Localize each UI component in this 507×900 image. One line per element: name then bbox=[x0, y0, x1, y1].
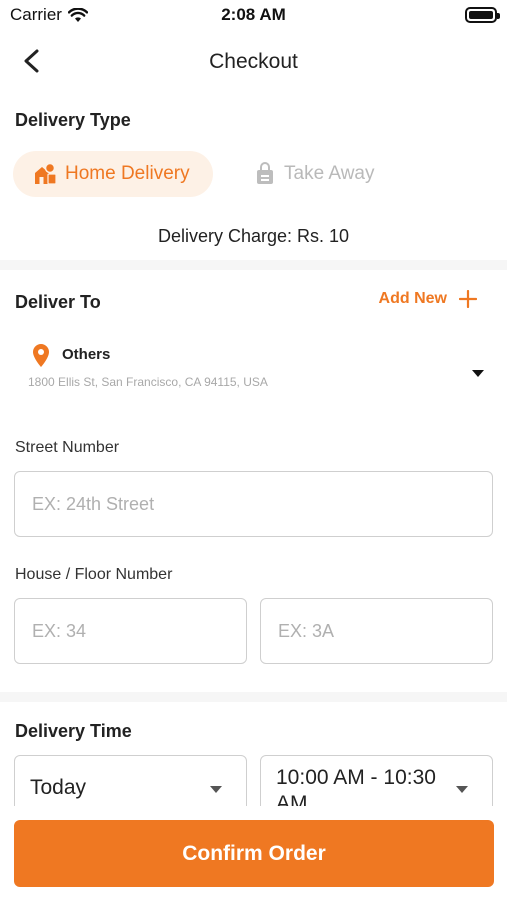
plus-icon bbox=[459, 290, 477, 308]
address-selector[interactable]: Others 1800 Ellis St, San Francisco, CA … bbox=[28, 342, 488, 398]
add-new-address-button[interactable]: Add New bbox=[379, 290, 477, 308]
take-away-bag-icon bbox=[257, 162, 273, 184]
delivery-type-heading: Delivery Type bbox=[15, 110, 131, 130]
address-label: Others bbox=[62, 346, 111, 363]
home-delivery-label: Home Delivery bbox=[65, 163, 190, 184]
location-pin-icon bbox=[33, 344, 49, 367]
status-bar: Carrier 2:08 AM bbox=[0, 0, 507, 30]
status-time: 2:08 AM bbox=[221, 5, 286, 24]
home-delivery-option[interactable]: Home Delivery bbox=[13, 151, 213, 197]
section-divider bbox=[0, 692, 507, 702]
add-new-label: Add New bbox=[378, 290, 447, 307]
address-line: 1800 Ellis St, San Francisco, CA 94115, … bbox=[28, 375, 268, 389]
home-delivery-icon bbox=[35, 162, 57, 185]
take-away-option[interactable]: Take Away bbox=[240, 151, 400, 197]
nav-bar: Checkout bbox=[0, 40, 507, 84]
chevron-down-icon bbox=[456, 786, 468, 793]
house-number-input[interactable] bbox=[14, 598, 247, 664]
section-divider bbox=[0, 260, 507, 270]
delivery-charge-text: Delivery Charge: Rs. 10 bbox=[157, 226, 350, 246]
dropdown-caret-icon bbox=[472, 370, 484, 377]
street-number-label: Street Number bbox=[15, 439, 120, 456]
delivery-day-value: Today bbox=[30, 776, 87, 799]
confirm-order-button[interactable]: Confirm Order bbox=[14, 820, 494, 887]
take-away-label: Take Away bbox=[284, 163, 375, 184]
chevron-down-icon bbox=[210, 786, 222, 793]
street-number-input[interactable] bbox=[14, 471, 493, 537]
deliver-to-heading: Deliver To bbox=[15, 292, 101, 312]
house-floor-label: House / Floor Number bbox=[15, 566, 173, 583]
page-title: Checkout bbox=[209, 50, 298, 73]
battery-icon bbox=[465, 7, 500, 23]
delivery-time-heading: Delivery Time bbox=[15, 721, 132, 741]
floor-number-input[interactable] bbox=[260, 598, 493, 664]
